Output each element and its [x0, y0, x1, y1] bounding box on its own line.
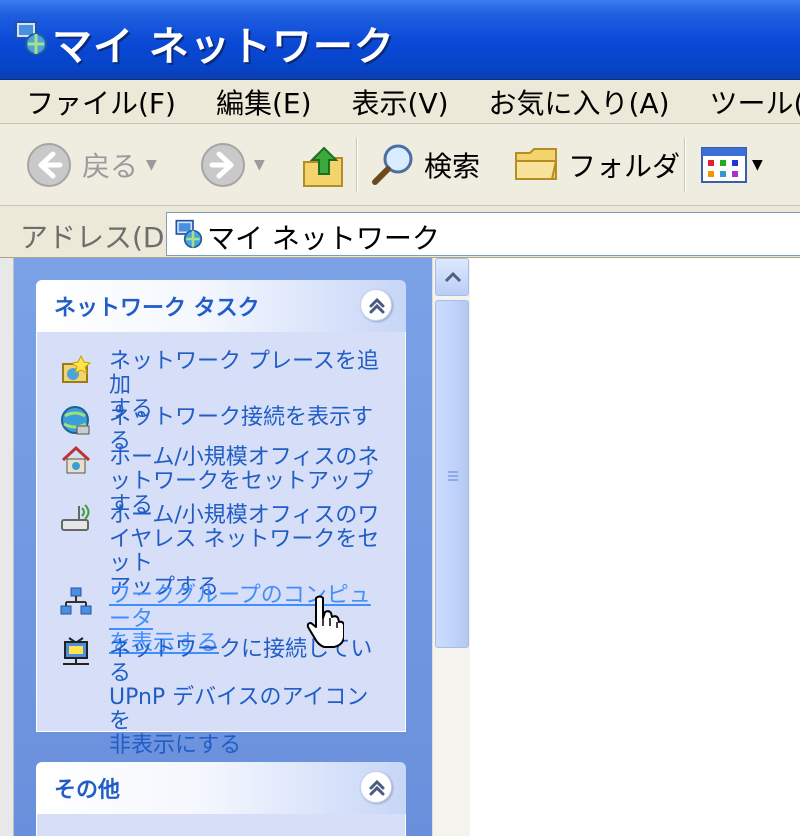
views-button[interactable]: ▼: [700, 124, 763, 206]
scroll-up-arrow-icon: [444, 271, 462, 283]
task-setup-wireless-network[interactable]: ホーム/小規模オフィスのワ イヤレス ネットワークをセット アップする: [37, 502, 397, 600]
collapse-network-tasks-button[interactable]: [360, 289, 392, 321]
upnp-device-icon: [63, 637, 89, 665]
network-tasks-panel: ネットワーク タスク ネットワーク プレースを追加 する ネットワーク接続を表示…: [36, 280, 406, 758]
workgroup-computers-icon: [60, 587, 92, 615]
views-icon: [701, 147, 747, 183]
back-dropdown-icon[interactable]: ▼: [146, 157, 157, 173]
chevron-up-double-icon: [369, 779, 385, 796]
task-view-network-connections[interactable]: ネットワーク接続を表示する: [37, 404, 397, 454]
wireless-network-icon: [61, 504, 90, 531]
other-places-panel: その他: [36, 762, 406, 836]
address-value: マイ ネットワーク: [207, 222, 440, 255]
other-places-title: その他: [54, 778, 121, 803]
content-area[interactable]: [470, 258, 800, 836]
hand-cursor-icon: [306, 595, 344, 648]
back-arrow-icon: [27, 143, 71, 187]
window-title: マイ ネットワーク: [52, 24, 395, 70]
menu-view[interactable]: 表示(V): [328, 82, 449, 122]
network-tasks-title: ネットワーク タスク: [54, 296, 260, 321]
task-pane-scrollbar[interactable]: [432, 258, 470, 836]
network-tasks-header[interactable]: ネットワーク タスク: [36, 280, 406, 332]
network-tasks-body: ネットワーク プレースを追加 する ネットワーク接続を表示する ホーム/小規模オ…: [36, 332, 406, 758]
search-button[interactable]: 検索: [370, 124, 480, 206]
search-label: 検索: [424, 150, 481, 183]
title-bar[interactable]: マイ ネットワーク: [0, 0, 800, 80]
up-folder-button[interactable]: [302, 124, 346, 206]
toolbar-separator: [356, 138, 358, 192]
folders-label: フォルダ: [568, 150, 681, 183]
network-connections-icon: [61, 406, 90, 435]
scroll-grip-icon: [448, 471, 458, 483]
address-label: アドレス(D): [20, 221, 176, 254]
forward-arrow-icon: [201, 143, 245, 187]
views-dropdown-icon[interactable]: ▼: [752, 157, 763, 173]
scroll-thumb[interactable]: [435, 300, 469, 648]
scroll-up-button[interactable]: [435, 258, 469, 296]
task-setup-home-network[interactable]: ホーム/小規模オフィスのネ ットワークをセットアップする: [37, 444, 397, 518]
menu-bar: ファイル(F) 編集(E) 表示(V) お気に入り(A) ツール(T): [0, 80, 800, 124]
toolbar: 戻る ▼ ▼ 検索 フォルダ ▼: [0, 124, 800, 206]
menu-file[interactable]: ファイル(F): [0, 82, 176, 122]
task-pane: ネットワーク タスク ネットワーク プレースを追加 する ネットワーク接続を表示…: [14, 258, 432, 836]
menu-tools[interactable]: ツール(T): [686, 82, 800, 122]
task-add-network-place[interactable]: ネットワーク プレースを追加 する: [37, 348, 397, 422]
other-places-header[interactable]: その他: [36, 762, 406, 814]
menu-favorites[interactable]: お気に入り(A): [465, 82, 670, 122]
home-network-icon: [61, 445, 91, 474]
other-places-body: [36, 814, 406, 836]
folders-icon: [515, 148, 558, 180]
search-icon: [372, 144, 413, 185]
chevron-up-double-icon: [369, 297, 385, 314]
collapse-other-places-button[interactable]: [360, 771, 392, 803]
back-button[interactable]: 戻る ▼: [26, 124, 157, 206]
toolbar-separator: [684, 138, 686, 192]
my-network-icon: [15, 21, 47, 55]
task-hide-upnp-icons-label: ネットワークに接続している UPnP デバイスのアイコンを 非表示にする: [109, 637, 373, 758]
back-label: 戻る: [82, 150, 139, 183]
my-network-icon: [175, 219, 203, 249]
folders-button[interactable]: フォルダ: [514, 124, 680, 206]
menu-edit[interactable]: 編集(E): [192, 82, 312, 122]
up-folder-icon: [303, 146, 343, 187]
forward-button[interactable]: ▼: [200, 124, 265, 206]
forward-dropdown-icon[interactable]: ▼: [254, 157, 265, 173]
add-network-place-icon: [62, 354, 92, 383]
address-input[interactable]: マイ ネットワーク: [166, 212, 800, 256]
window-left-edge: [0, 258, 14, 836]
address-bar: アドレス(D) マイ ネットワーク: [0, 206, 800, 258]
